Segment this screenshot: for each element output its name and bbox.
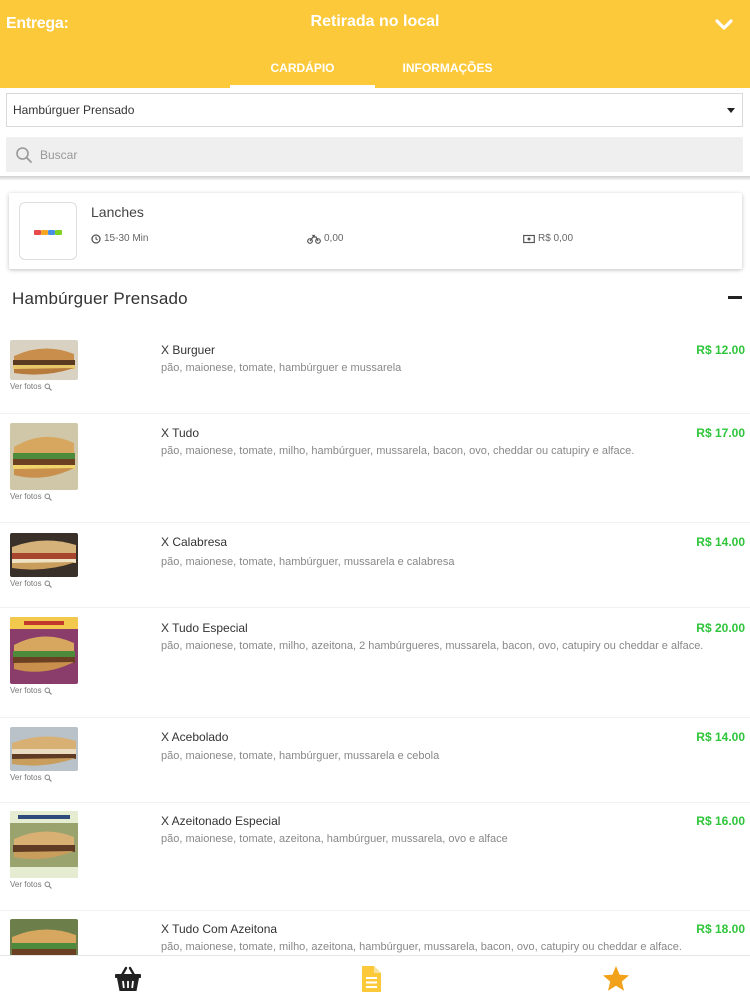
product-item[interactable]: Ver fotos X Tudo pão, maionese, tomate, … <box>0 414 750 523</box>
category-select-value: Hambúrguer Prensado <box>13 103 135 117</box>
view-photos-link[interactable]: Ver fotos <box>10 382 52 391</box>
product-price: R$ 14.00 <box>696 730 745 744</box>
product-photo[interactable] <box>10 811 78 878</box>
view-photos-label: Ver fotos <box>10 773 42 782</box>
product-name: X Acebolado <box>161 730 229 744</box>
product-photo[interactable] <box>10 533 78 577</box>
product-price: R$ 14.00 <box>696 535 745 549</box>
product-item[interactable]: Ver fotos X Calabresa pão, maionese, tom… <box>0 523 750 608</box>
view-photos-label: Ver fotos <box>10 382 42 391</box>
view-photos-label: Ver fotos <box>10 492 42 501</box>
delivery-time-value: 15-30 Min <box>104 233 149 244</box>
logo-mark <box>55 230 62 235</box>
basket-icon[interactable] <box>113 964 143 994</box>
delivery-fee: 0,00 <box>307 233 343 244</box>
view-photos-link[interactable]: Ver fotos <box>10 773 52 782</box>
product-name: X Calabresa <box>161 535 228 549</box>
burger-photo <box>10 811 78 878</box>
burger-photo <box>10 919 78 955</box>
min-order-value: R$ 0,00 <box>538 233 574 244</box>
burger-photo <box>10 340 78 380</box>
tab-informacoes[interactable]: INFORMAÇÕES <box>375 58 520 88</box>
product-description: pão, maionese, tomate, milho, azeitona, … <box>161 640 704 652</box>
clock-icon <box>91 233 101 244</box>
view-photos-label: Ver fotos <box>10 579 42 588</box>
collapse-minus-icon[interactable] <box>728 296 742 299</box>
product-description: pão, maionese, tomate, hambúrguer e muss… <box>161 362 402 374</box>
view-photos-label: Ver fotos <box>10 880 42 889</box>
view-photos-link[interactable]: Ver fotos <box>10 686 52 695</box>
burger-photo <box>10 727 78 771</box>
product-name: X Tudo Com Azeitona <box>161 922 278 936</box>
product-photo[interactable] <box>10 423 78 490</box>
product-list: Ver fotos X Burguer pão, maionese, tomat… <box>0 323 750 955</box>
store-name: Lanches <box>91 204 144 220</box>
delivery-time: 15-30 Min <box>91 233 148 244</box>
product-price: R$ 12.00 <box>696 343 745 357</box>
product-price: R$ 20.00 <box>696 621 745 635</box>
product-photo[interactable] <box>10 340 78 380</box>
min-order: R$ 0,00 <box>523 233 573 244</box>
search-icon <box>16 147 32 163</box>
section-title: Hambúrguer Prensado <box>12 289 188 308</box>
tab-cardapio[interactable]: CARDÁPIO <box>230 58 375 88</box>
caret-down-icon <box>727 108 735 113</box>
view-photos-link[interactable]: Ver fotos <box>10 880 52 889</box>
category-select[interactable]: Hambúrguer Prensado <box>6 93 743 127</box>
product-name: X Tudo <box>161 426 200 440</box>
logo-mark <box>48 230 55 235</box>
product-name: X Tudo Especial <box>161 621 248 635</box>
product-description: pão, maionese, tomate, hambúrguer, mussa… <box>161 556 455 568</box>
product-price: R$ 16.00 <box>696 814 745 828</box>
logo-mark <box>34 230 41 235</box>
product-photo[interactable] <box>10 617 78 684</box>
burger-photo <box>10 533 78 577</box>
zoom-icon <box>44 687 52 695</box>
product-price: R$ 17.00 <box>696 426 745 440</box>
delivery-fee-value: 0,00 <box>324 233 344 244</box>
product-photo[interactable] <box>10 727 78 771</box>
motorcycle-icon <box>307 234 321 244</box>
product-item[interactable]: Ver fotos X Burguer pão, maionese, tomat… <box>0 323 750 414</box>
product-photo[interactable] <box>10 919 78 955</box>
burger-photo <box>10 423 78 490</box>
product-name: X Azeitonado Especial <box>161 814 281 828</box>
product-description: pão, maionese, tomate, milho, azeitona, … <box>161 941 682 953</box>
product-item[interactable]: Ver fotos X Tudo Especial pão, maionese,… <box>0 608 750 718</box>
store-card[interactable]: Lanches 15-30 Min 0,00 R$ 0,00 <box>9 193 742 269</box>
product-description: pão, maionese, tomate, milho, hambúrguer… <box>161 445 635 457</box>
chevron-down-icon[interactable] <box>712 12 736 36</box>
product-name: X Burguer <box>161 343 216 357</box>
product-price: R$ 18.00 <box>696 922 745 936</box>
view-photos-link[interactable]: Ver fotos <box>10 579 52 588</box>
zoom-icon <box>44 774 52 782</box>
product-description: pão, maionese, tomate, hambúrguer, mussa… <box>161 750 440 762</box>
divider <box>0 176 750 180</box>
app-header: Entrega: Retirada no local CARDÁPIO INFO… <box>0 0 750 88</box>
product-description: pão, maionese, tomate, azeitona, hambúrg… <box>161 833 508 845</box>
zoom-icon <box>44 881 52 889</box>
view-photos-link[interactable]: Ver fotos <box>10 492 52 501</box>
bottom-nav <box>0 955 750 1000</box>
document-icon[interactable] <box>356 964 386 994</box>
search-bar <box>6 137 743 172</box>
money-icon <box>523 234 535 243</box>
product-item[interactable]: X Tudo Com Azeitona pão, maionese, tomat… <box>0 911 750 955</box>
burger-photo <box>10 617 78 684</box>
view-photos-label: Ver fotos <box>10 686 42 695</box>
tab-bar: CARDÁPIO INFORMAÇÕES <box>230 58 520 88</box>
store-logo <box>19 202 77 260</box>
zoom-icon <box>44 580 52 588</box>
logo-mark <box>41 230 48 235</box>
star-icon[interactable] <box>601 964 631 994</box>
zoom-icon <box>44 493 52 501</box>
product-item[interactable]: Ver fotos X Azeitonado Especial pão, mai… <box>0 803 750 911</box>
search-input[interactable] <box>40 137 730 172</box>
product-item[interactable]: Ver fotos X Acebolado pão, maionese, tom… <box>0 718 750 803</box>
pickup-mode-label[interactable]: Retirada no local <box>0 13 750 31</box>
zoom-icon <box>44 383 52 391</box>
